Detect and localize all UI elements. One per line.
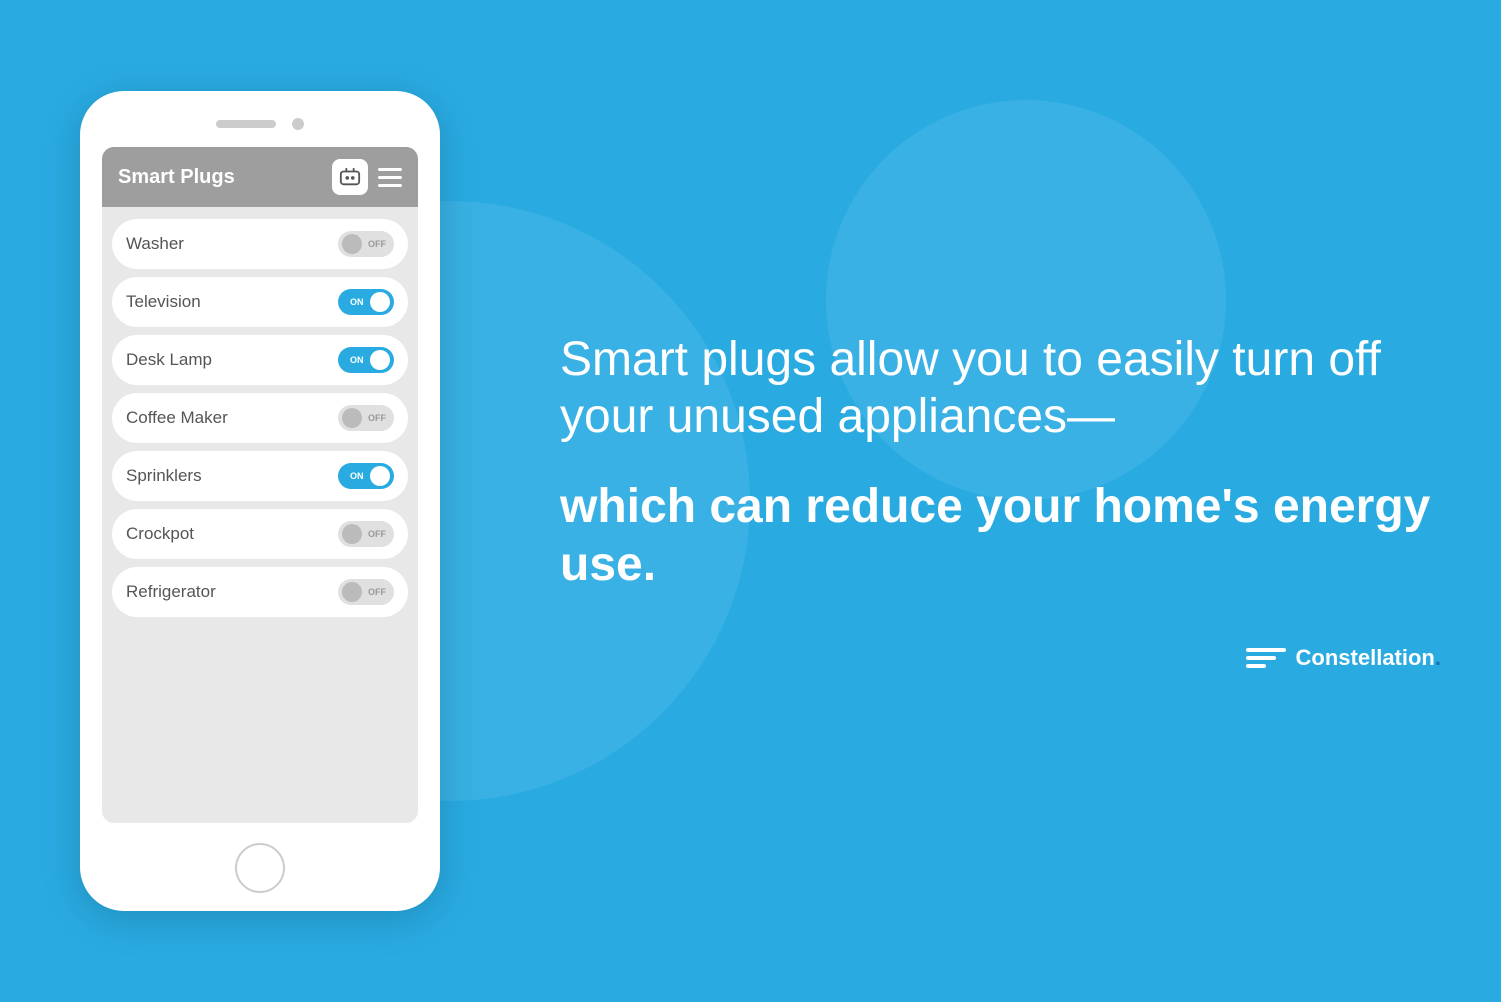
toggle-knob-crockpot — [342, 524, 362, 544]
toggle-knob-desk-lamp — [370, 350, 390, 370]
device-row-coffee-maker: Coffee Maker OFF — [112, 393, 408, 443]
constellation-logo: Constellation. — [1246, 645, 1441, 671]
main-text-bold: which can reduce your home's energy use. — [560, 478, 1441, 593]
device-row-refrigerator: Refrigerator OFF — [112, 567, 408, 617]
phone-top-bar — [80, 91, 440, 147]
toggle-television[interactable]: ON — [338, 289, 394, 315]
device-name-washer: Washer — [126, 234, 184, 254]
app-header: Smart Plugs — [102, 147, 418, 207]
plug-icon — [332, 159, 368, 195]
phone-mockup: Smart Plugs — [80, 91, 440, 911]
toggle-coffee-maker[interactable]: OFF — [338, 405, 394, 431]
device-name-desk-lamp: Desk Lamp — [126, 350, 212, 370]
device-row-crockpot: Crockpot OFF — [112, 509, 408, 559]
device-row-television: Television ON — [112, 277, 408, 327]
device-name-coffee-maker: Coffee Maker — [126, 408, 228, 428]
toggle-label-washer: OFF — [368, 239, 386, 249]
toggle-label-refrigerator: OFF — [368, 587, 386, 597]
device-row-washer: Washer OFF — [112, 219, 408, 269]
left-panel: Smart Plugs — [0, 0, 520, 1002]
toggle-label-sprinklers: ON — [350, 471, 364, 481]
phone-speaker — [216, 120, 276, 128]
device-row-sprinklers: Sprinklers ON — [112, 451, 408, 501]
main-text-normal: Smart plugs allow you to easily turn off… — [560, 331, 1441, 446]
toggle-washer[interactable]: OFF — [338, 231, 394, 257]
logo-line-2 — [1246, 656, 1276, 660]
logo-line-3 — [1246, 664, 1266, 668]
app-title: Smart Plugs — [118, 166, 322, 189]
toggle-sprinklers[interactable]: ON — [338, 463, 394, 489]
constellation-logo-icon — [1246, 648, 1286, 668]
hamburger-menu-icon[interactable] — [378, 168, 402, 187]
device-name-television: Television — [126, 292, 201, 312]
right-panel: Smart plugs allow you to easily turn off… — [520, 271, 1501, 731]
toggle-crockpot[interactable]: OFF — [338, 521, 394, 547]
brand-name: Constellation. — [1296, 645, 1441, 671]
toggle-refrigerator[interactable]: OFF — [338, 579, 394, 605]
toggle-label-desk-lamp: ON — [350, 355, 364, 365]
toggle-label-coffee-maker: OFF — [368, 413, 386, 423]
toggle-knob-sprinklers — [370, 466, 390, 486]
toggle-label-television: ON — [350, 297, 364, 307]
device-name-sprinklers: Sprinklers — [126, 466, 202, 486]
app-screen: Smart Plugs — [102, 147, 418, 823]
logo-line-1 — [1246, 648, 1286, 652]
phone-camera — [292, 118, 304, 130]
device-list: Washer OFF Television ON Desk — [102, 207, 418, 629]
toggle-knob-television — [370, 292, 390, 312]
device-name-crockpot: Crockpot — [126, 524, 194, 544]
toggle-label-crockpot: OFF — [368, 529, 386, 539]
phone-home-button[interactable] — [235, 843, 285, 893]
device-row-desk-lamp: Desk Lamp ON — [112, 335, 408, 385]
toggle-desk-lamp[interactable]: ON — [338, 347, 394, 373]
toggle-knob-refrigerator — [342, 582, 362, 602]
toggle-knob-washer — [342, 234, 362, 254]
toggle-knob-coffee-maker — [342, 408, 362, 428]
device-name-refrigerator: Refrigerator — [126, 582, 216, 602]
